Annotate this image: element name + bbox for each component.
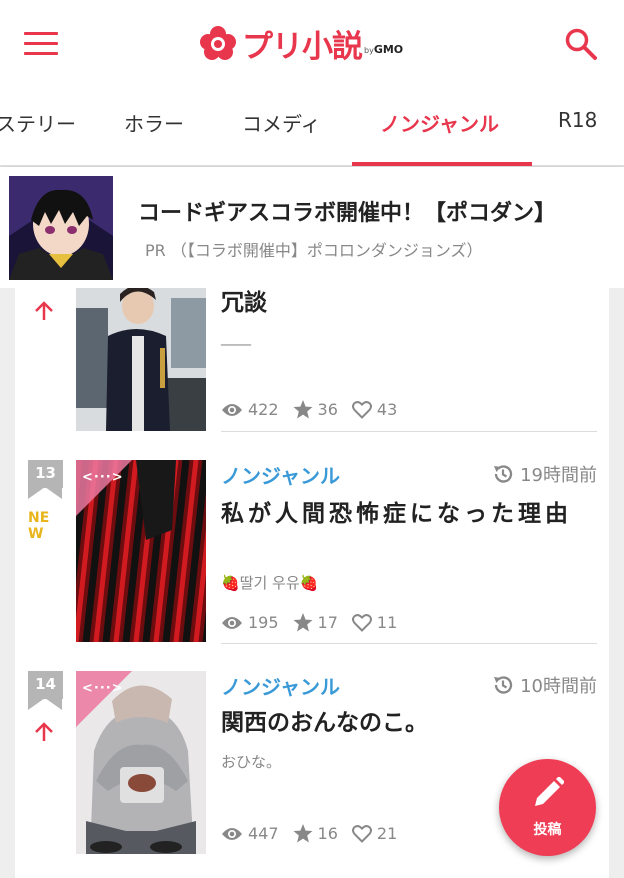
likes-count: 43 bbox=[376, 400, 398, 419]
views-stat: 447 bbox=[221, 824, 279, 843]
fanfic-mark-icon: <···> bbox=[82, 681, 124, 696]
menu-icon[interactable] bbox=[24, 32, 58, 56]
star-icon bbox=[293, 400, 313, 419]
active-tab-indicator bbox=[352, 162, 532, 166]
ad-subtitle: PR （【コラボ開催中】ポコロンダンジョンズ） bbox=[145, 241, 483, 260]
stars-count: 36 bbox=[317, 400, 338, 419]
rank-badge: 13 bbox=[28, 460, 63, 502]
stars-count: 17 bbox=[317, 613, 338, 632]
story-stats: 422 36 43 bbox=[221, 400, 411, 419]
list-item[interactable]: 冗談 ____ 422 36 43 bbox=[15, 288, 609, 440]
likes-stat: 11 bbox=[351, 613, 398, 632]
star-icon bbox=[293, 613, 313, 632]
story-author[interactable]: ____ bbox=[221, 328, 251, 346]
likes-count: 11 bbox=[376, 613, 398, 632]
story-genre[interactable]: ノンジャンル bbox=[221, 671, 340, 700]
story-stats: 195 17 11 bbox=[221, 613, 411, 632]
views-stat: 195 bbox=[221, 613, 279, 632]
genre-tabs: ステリー ホラー コメディ ノンジャンル R18 bbox=[0, 88, 624, 166]
star-icon bbox=[293, 824, 313, 843]
eye-icon bbox=[222, 616, 242, 629]
rank-number: 14 bbox=[28, 671, 63, 699]
story-title[interactable]: 冗談 bbox=[221, 288, 593, 319]
eye-icon bbox=[222, 403, 242, 416]
likes-stat: 21 bbox=[351, 824, 398, 843]
fanfic-mark-icon: <···> bbox=[82, 470, 124, 485]
thumbnail-corner bbox=[76, 671, 132, 727]
story-thumbnail bbox=[76, 288, 206, 431]
story-author[interactable]: 🍓딸기 우유🍓 bbox=[221, 572, 318, 593]
list-item[interactable]: 13 NEW <···> ノンジャンル 19時間前 私が人間恐怖症になった理由 … bbox=[15, 440, 609, 651]
heart-icon bbox=[351, 400, 372, 419]
views-count: 422 bbox=[248, 400, 279, 419]
post-button-label: 投稿 bbox=[533, 822, 562, 838]
story-genre[interactable]: ノンジャンル bbox=[221, 460, 340, 489]
rank-badge: 14 bbox=[28, 671, 63, 713]
thumbnail-corner bbox=[76, 460, 132, 516]
story-time: 19時間前 bbox=[492, 461, 597, 487]
story-stats: 447 16 21 bbox=[221, 824, 411, 843]
logo-flower-icon bbox=[200, 26, 236, 60]
time-text: 19時間前 bbox=[520, 465, 597, 486]
new-badge: NEW bbox=[28, 510, 50, 542]
tab-r18[interactable]: R18 bbox=[558, 108, 597, 132]
tab-mystery[interactable]: ステリー bbox=[0, 108, 76, 137]
heart-icon bbox=[351, 613, 372, 632]
search-icon[interactable] bbox=[564, 27, 598, 61]
story-time: 10時間前 bbox=[492, 672, 597, 698]
ad-banner[interactable]: コードギアスコラボ開催中！【ポコダン】 PR （【コラボ開催中】ポコロンダンジョ… bbox=[0, 167, 624, 288]
tab-comedy[interactable]: コメディ bbox=[242, 108, 321, 137]
tab-horror[interactable]: ホラー bbox=[124, 108, 184, 137]
stars-stat: 17 bbox=[293, 613, 338, 632]
divider bbox=[221, 643, 597, 644]
views-count: 447 bbox=[248, 824, 279, 843]
rank-number: 13 bbox=[28, 460, 63, 488]
views-stat: 422 bbox=[221, 400, 279, 419]
heart-icon bbox=[351, 824, 372, 843]
time-text: 10時間前 bbox=[520, 676, 597, 697]
app-header: プリ小説 by GMO bbox=[0, 0, 624, 88]
stars-stat: 36 bbox=[293, 400, 338, 419]
story-title[interactable]: 私が人間恐怖症になった理由 bbox=[221, 499, 593, 530]
story-thumbnail: <···> bbox=[76, 671, 206, 854]
likes-stat: 43 bbox=[351, 400, 398, 419]
history-icon bbox=[494, 676, 513, 694]
tab-non-genre[interactable]: ノンジャンル bbox=[380, 108, 499, 137]
rank-up-arrow-icon bbox=[35, 722, 53, 741]
pencil-icon bbox=[535, 777, 564, 806]
ad-thumbnail bbox=[9, 176, 113, 280]
views-count: 195 bbox=[248, 613, 279, 632]
likes-count: 21 bbox=[376, 824, 398, 843]
logo-by: by bbox=[364, 45, 374, 55]
logo[interactable]: プリ小説 by GMO bbox=[198, 18, 403, 68]
eye-icon bbox=[222, 827, 242, 840]
ad-title: コードギアスコラボ開催中！【ポコダン】 bbox=[138, 201, 557, 226]
post-button[interactable]: 投稿 bbox=[499, 759, 596, 856]
logo-gmo: GMO bbox=[373, 42, 404, 56]
rank-up-arrow-icon bbox=[35, 301, 53, 320]
divider bbox=[221, 431, 597, 432]
story-author[interactable]: おひな。 bbox=[221, 751, 281, 772]
stars-stat: 16 bbox=[293, 824, 338, 843]
history-icon bbox=[494, 465, 513, 483]
logo-text: プリ小説 bbox=[242, 28, 363, 65]
stars-count: 16 bbox=[317, 824, 338, 843]
story-title[interactable]: 関西のおんなのこ。 bbox=[221, 708, 593, 739]
story-thumbnail: <···> bbox=[76, 460, 206, 642]
